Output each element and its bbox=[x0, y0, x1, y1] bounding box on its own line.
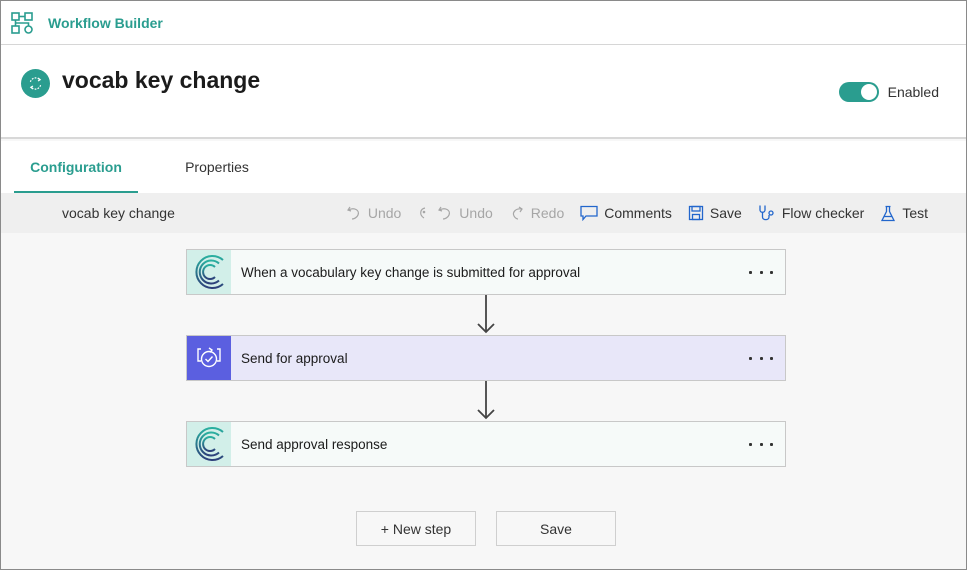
more-options-icon[interactable] bbox=[749, 348, 773, 368]
undo-button-2[interactable]: Undo bbox=[417, 205, 493, 221]
toggle-label: Enabled bbox=[887, 84, 939, 100]
comments-button[interactable]: Comments bbox=[580, 205, 672, 221]
flow-checker-button[interactable]: Flow checker bbox=[758, 204, 864, 222]
step-label: Send for approval bbox=[241, 350, 348, 366]
app-bar: Workflow Builder bbox=[1, 1, 966, 45]
connector-c-icon bbox=[187, 422, 231, 466]
test-button[interactable]: Test bbox=[880, 205, 928, 222]
save-command-label: Save bbox=[709, 205, 742, 221]
test-label: Test bbox=[902, 205, 928, 221]
approval-icon bbox=[187, 336, 231, 380]
more-options-icon[interactable] bbox=[749, 262, 773, 282]
refresh-circle-icon bbox=[21, 69, 50, 98]
new-step-button[interactable]: + New step bbox=[356, 511, 476, 546]
breadcrumb: vocab key change bbox=[62, 205, 175, 221]
comments-label: Comments bbox=[604, 205, 672, 221]
flow-header: vocab key change Enabled bbox=[1, 45, 966, 139]
stethoscope-icon bbox=[759, 205, 774, 221]
redo-icon bbox=[512, 206, 523, 220]
connector-c-icon bbox=[187, 250, 231, 294]
flow-step-trigger[interactable]: When a vocabulary key change is submitte… bbox=[186, 249, 786, 295]
command-list: Undo Undo Redo Comments Save Flow checke… bbox=[330, 193, 928, 233]
redo-label: Redo bbox=[530, 205, 565, 221]
more-options-icon[interactable] bbox=[749, 434, 773, 454]
save-icon bbox=[688, 205, 704, 221]
flow-checker-label: Flow checker bbox=[781, 205, 865, 221]
redo-button[interactable]: Redo bbox=[509, 205, 564, 221]
save-button[interactable]: Save bbox=[496, 511, 616, 546]
flow-title: vocab key change bbox=[62, 67, 261, 93]
tab-configuration[interactable]: Configuration bbox=[14, 141, 138, 193]
flow-step-response[interactable]: Send approval response bbox=[186, 421, 786, 467]
connector-arrow bbox=[477, 381, 495, 420]
tab-bar: Configuration Properties bbox=[1, 141, 966, 193]
undo-label-2: Undo bbox=[459, 205, 493, 221]
toggle-switch[interactable] bbox=[838, 82, 879, 102]
save-command-button[interactable]: Save bbox=[688, 205, 742, 221]
workflow-builder-window: Workflow Builder vocab key change Enable… bbox=[0, 0, 967, 570]
step-label: When a vocabulary key change is submitte… bbox=[241, 264, 581, 280]
enabled-toggle[interactable]: Enabled bbox=[838, 82, 939, 102]
command-bar: vocab key change Undo Undo Redo Comments bbox=[1, 193, 966, 233]
tab-properties[interactable]: Properties bbox=[156, 141, 278, 193]
undo-icon bbox=[438, 206, 451, 220]
toggle-knob bbox=[860, 84, 877, 100]
flow-canvas: When a vocabulary key change is submitte… bbox=[1, 233, 966, 569]
undo-label: Undo bbox=[367, 205, 402, 221]
flask-icon bbox=[881, 205, 896, 221]
flow-step-approval[interactable]: Send for approval bbox=[186, 335, 786, 381]
connector-arrow bbox=[477, 295, 495, 334]
comment-icon bbox=[580, 205, 598, 221]
workflow-icon bbox=[11, 11, 33, 34]
step-label: Send approval response bbox=[241, 436, 388, 452]
app-title: Workflow Builder bbox=[48, 14, 163, 31]
partial-arc-icon bbox=[420, 207, 426, 219]
undo-icon bbox=[346, 206, 359, 220]
undo-button[interactable]: Undo bbox=[346, 205, 401, 221]
